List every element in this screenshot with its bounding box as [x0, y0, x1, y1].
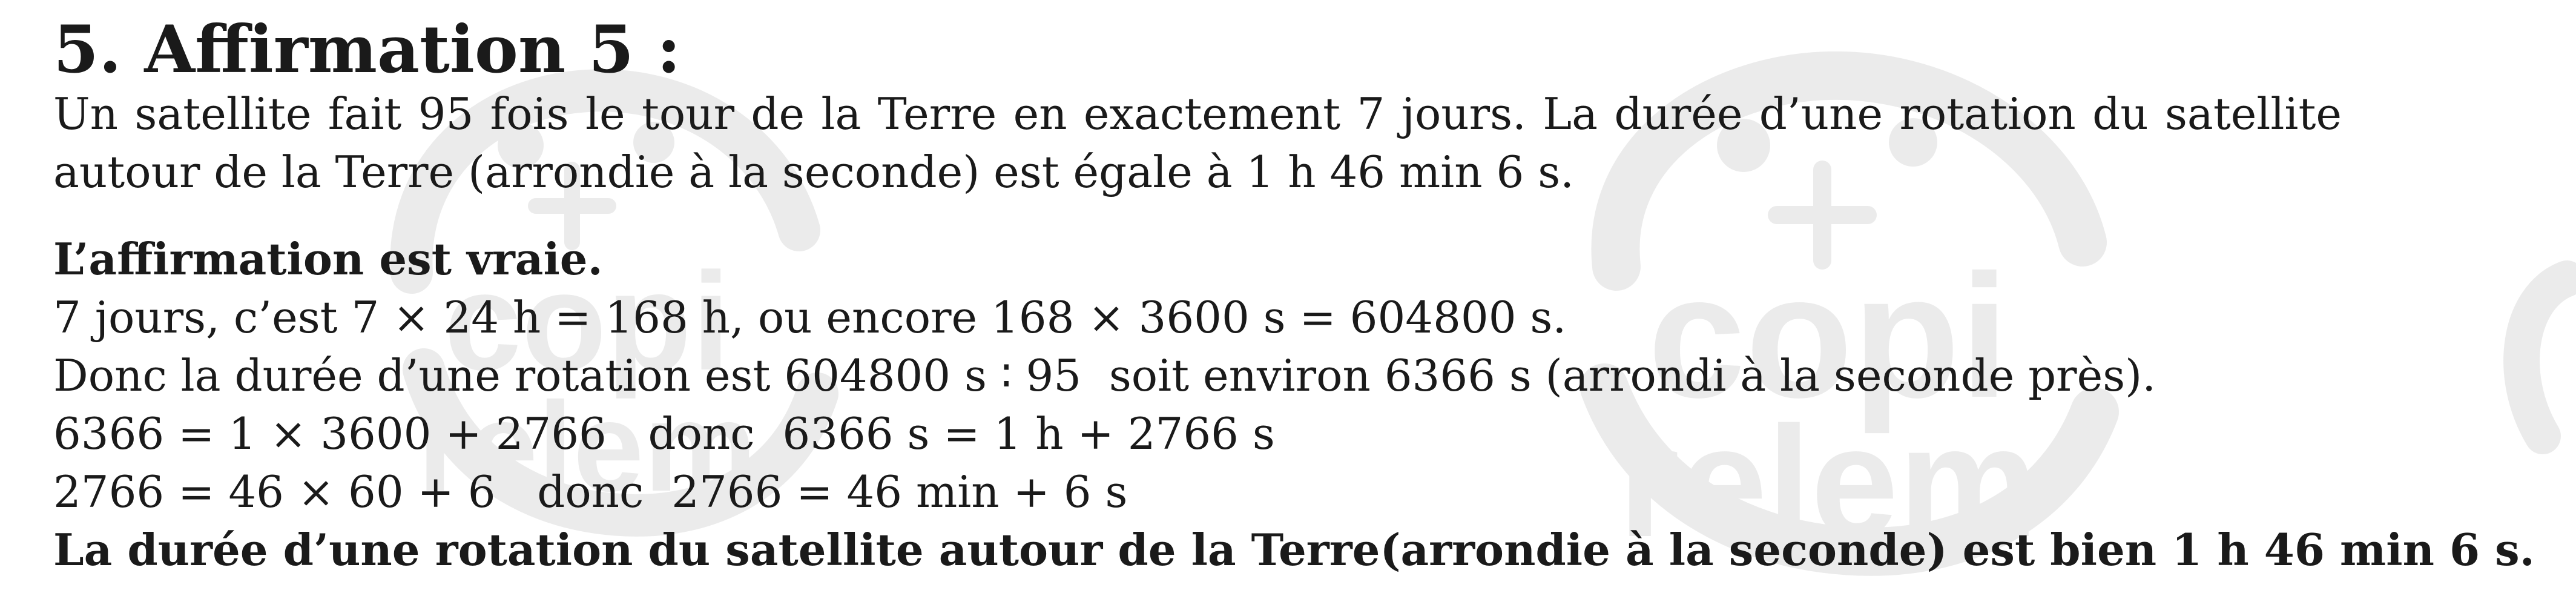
solution-line-1: 7 jours, c’est 7 × 24 h = 168 h, ou enco… — [53, 292, 1567, 343]
solution-line-2: Donc la durée d’une rotation est 604800 … — [53, 350, 2156, 401]
watermark-logo-edge — [2494, 254, 2576, 472]
statement-line-1: Un satellite fait 95 fois le tour de la … — [53, 88, 2342, 139]
statement-line-2: autour de la Terre (arrondie à la second… — [53, 147, 1575, 197]
answer-heading: L’affirmation est vraie. — [53, 233, 603, 285]
document-page: copi relem copi relem 5. Affirmation 5 :… — [0, 0, 2576, 616]
section-title: 5. Affirmation 5 : — [53, 12, 681, 88]
document-content: 5. Affirmation 5 : Un satellite fait 95 … — [53, 12, 2535, 579]
conclusion: La durée d’une rotation du satellite aut… — [53, 524, 2535, 575]
solution-line-3: 6366 = 1 × 3600 + 2766 donc 6366 s = 1 h… — [53, 408, 1275, 459]
solution-line-4: 2766 = 46 × 60 + 6 donc 2766 = 46 min + … — [53, 466, 1128, 517]
problem-statement: Un satellite fait 95 fois le tour de la … — [53, 85, 2366, 201]
watermark-edge-icon — [2503, 260, 2576, 454]
